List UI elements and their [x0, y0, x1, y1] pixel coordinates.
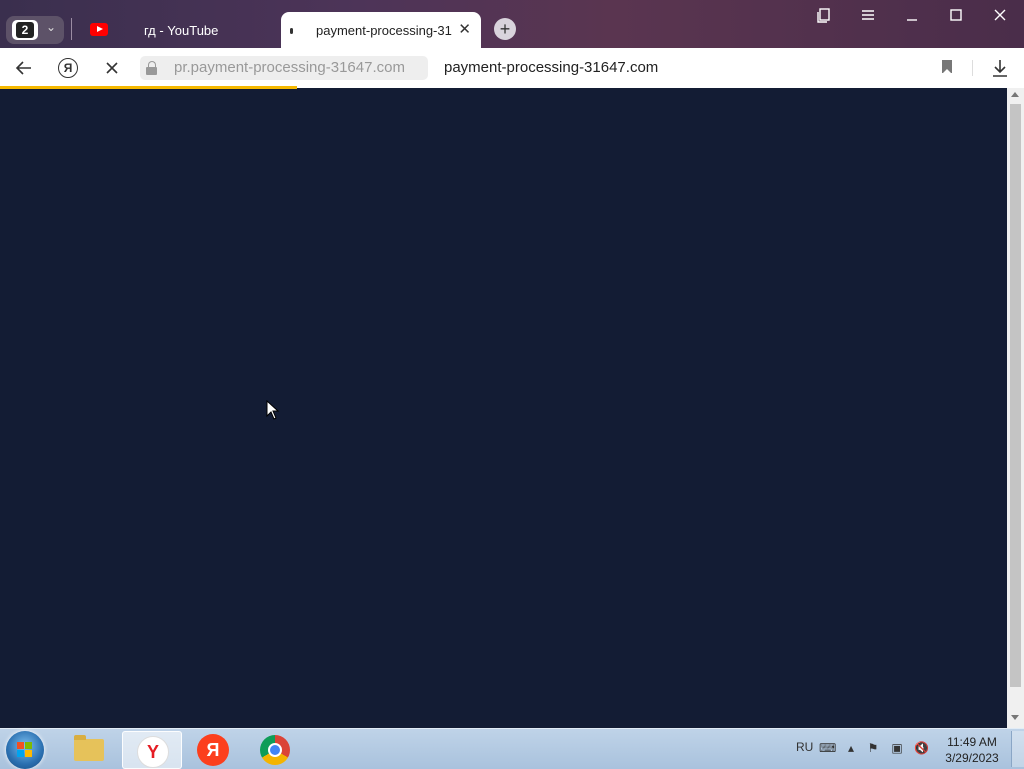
scrollbar-thumb[interactable] [1010, 104, 1021, 687]
tab-manager-icon[interactable] [812, 8, 836, 28]
minimize-icon[interactable] [900, 8, 924, 26]
start-button[interactable] [6, 731, 44, 769]
lock-icon[interactable] [146, 61, 157, 75]
chrome-icon [260, 735, 290, 765]
yandex-browser-icon: Y [137, 736, 169, 768]
show-hidden-icons-icon[interactable]: ▴ [844, 741, 858, 755]
yandex-icon: Я [197, 734, 229, 766]
chevron-down-icon[interactable]: ⌄ [46, 20, 56, 34]
network-icon[interactable]: ▣ [890, 741, 904, 755]
page-content [0, 89, 1007, 728]
show-desktop-button[interactable] [1011, 731, 1024, 767]
taskbar-explorer[interactable] [60, 731, 118, 767]
system-clock[interactable]: 11:49 AM 3/29/2023 [940, 734, 1004, 766]
yandex-home-icon[interactable]: Я [58, 58, 78, 78]
tab-close-icon[interactable]: ✕ [458, 20, 471, 38]
url-text[interactable]: pr.payment-processing-31647.com [174, 59, 405, 76]
address-bar[interactable]: pr.payment-processing-31647.com [140, 56, 428, 80]
clock-time: 11:49 AM [947, 735, 997, 749]
taskbar-yandex[interactable]: Я [184, 731, 242, 767]
page-title: payment-processing-31647.com [444, 59, 659, 76]
language-indicator[interactable]: RU [796, 740, 813, 754]
tab-strip: 2 ⌄ гд - YouTube payment-processing-31 ✕… [0, 0, 1024, 48]
tab-count: 2 [16, 22, 34, 38]
menu-icon[interactable] [856, 8, 880, 26]
tab-count-badge: 2 [12, 20, 38, 40]
new-tab-button[interactable]: + [494, 18, 516, 40]
taskbar-yandex-browser[interactable]: Y [122, 731, 182, 769]
loading-favicon-icon [290, 28, 293, 34]
browser-toolbar: Я pr.payment-processing-31647.com paymen… [0, 48, 1024, 88]
volume-muted-icon[interactable]: 🔇 [914, 741, 929, 755]
stop-loading-icon[interactable] [100, 56, 124, 80]
tab-label: гд - YouTube [144, 23, 219, 38]
back-arrow-icon[interactable] [12, 56, 36, 80]
youtube-icon [90, 23, 108, 36]
close-icon[interactable] [988, 8, 1012, 26]
maximize-icon[interactable] [944, 8, 968, 26]
mouse-cursor-icon [266, 400, 280, 420]
tab-youtube[interactable]: гд - YouTube [80, 12, 276, 48]
vertical-scrollbar[interactable] [1007, 88, 1024, 728]
taskbar-chrome[interactable] [246, 731, 304, 767]
scroll-down-icon[interactable] [1011, 715, 1019, 720]
taskbar: Y Я RU ⌨ ▴ ⚑ ▣ 🔇 11:49 AM 3/29/2023 [0, 728, 1024, 769]
clock-date: 3/29/2023 [945, 751, 999, 765]
tab-count-button[interactable]: 2 ⌄ [6, 16, 64, 44]
tab-label: payment-processing-31 [316, 23, 452, 38]
scroll-up-icon[interactable] [1011, 92, 1019, 97]
windows-logo-icon [17, 742, 33, 758]
download-icon[interactable] [990, 56, 1010, 80]
tab-separator [71, 18, 72, 40]
explorer-icon [74, 735, 104, 761]
keyboard-icon[interactable]: ⌨ [819, 741, 836, 755]
toolbar-divider [972, 60, 973, 76]
action-center-flag-icon[interactable]: ⚑ [866, 741, 880, 755]
tab-payment-processing[interactable]: payment-processing-31 ✕ [281, 12, 481, 48]
bookmark-icon[interactable] [942, 60, 952, 74]
